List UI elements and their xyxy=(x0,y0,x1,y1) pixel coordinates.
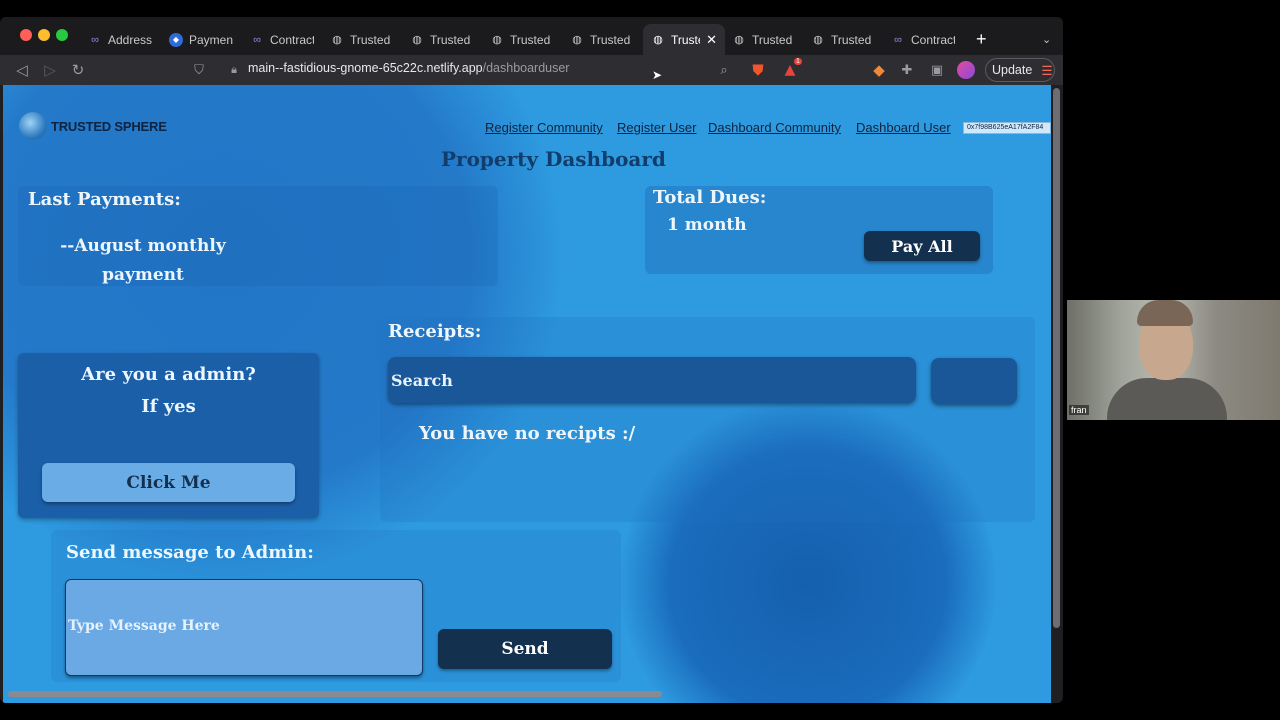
link-icon: ∞ xyxy=(253,33,261,46)
minimize-window-button[interactable] xyxy=(38,29,50,41)
globe-icon: ◍ xyxy=(492,34,502,46)
wallet-icon[interactable]: ▣ xyxy=(927,60,947,80)
new-tab-button[interactable]: + xyxy=(968,24,996,55)
mouse-cursor-icon: ➤ xyxy=(652,68,663,82)
extensions-icon[interactable]: ✚ xyxy=(897,60,917,80)
receipts-empty-message: You have no recipts :/ xyxy=(419,423,636,444)
browser-tab[interactable]: ◍ Trusted S xyxy=(482,24,562,55)
globe-icon: ◍ xyxy=(734,34,744,46)
page-viewport: TRUSTED SPHERE Register Community Regist… xyxy=(3,85,1051,703)
nav-register-community[interactable]: Register Community xyxy=(485,120,603,135)
profile-avatar[interactable] xyxy=(957,61,975,79)
globe-logo-icon xyxy=(19,112,47,140)
person-cap xyxy=(1137,300,1193,326)
zoom-icon[interactable]: ⌕ xyxy=(714,60,734,80)
tab-list-chevron-icon[interactable]: ⌄ xyxy=(1034,24,1058,55)
browser-tab-active[interactable]: ◍ Truste ✕ xyxy=(643,24,725,55)
update-button[interactable]: Update ☰ xyxy=(985,58,1055,82)
browser-toolbar: ◁ ▷ ↻ ⛉ 🔒︎ main--fastidious-gnome-65c22c… xyxy=(0,55,1063,85)
notification-count-badge: 1 xyxy=(794,58,802,65)
app-icon: ◆ xyxy=(169,32,183,47)
close-tab-icon[interactable]: ✕ xyxy=(706,32,717,48)
forward-icon[interactable]: ▷ xyxy=(40,60,60,80)
person-body xyxy=(1107,378,1227,420)
browser-tab[interactable]: ∞ Address ( xyxy=(80,24,160,55)
browser-tab[interactable]: ◆ Payment xyxy=(161,24,241,55)
reload-icon[interactable]: ↻ xyxy=(68,60,88,80)
participant-name: fran xyxy=(1069,405,1089,415)
webcam-video: fran xyxy=(1067,300,1280,420)
link-icon: ∞ xyxy=(91,33,99,46)
browser-tab[interactable]: ∞ Contract xyxy=(242,24,322,55)
horizontal-scrollbar[interactable] xyxy=(8,691,662,697)
browser-tab[interactable]: ◍ Trusted S xyxy=(322,24,402,55)
message-textarea[interactable] xyxy=(66,580,422,675)
last-payment-item-line2: payment xyxy=(102,265,184,285)
nav-dashboard-user[interactable]: Dashboard User xyxy=(856,120,951,135)
browser-window: ∞ Address ( ◆ Payment ∞ Contract ◍ Trust… xyxy=(0,17,1063,703)
close-window-button[interactable] xyxy=(20,29,32,41)
receipts-heading: Receipts: xyxy=(388,321,482,342)
link-icon: ∞ xyxy=(894,33,902,46)
nav-dashboard-community[interactable]: Dashboard Community xyxy=(708,120,841,135)
logo[interactable]: TRUSTED SPHERE xyxy=(19,112,167,140)
lock-icon: 🔒︎ xyxy=(231,63,237,76)
globe-icon: ◍ xyxy=(572,34,582,46)
last-payment-item-line1: --August monthly xyxy=(60,236,226,256)
last-payments-heading: Last Payments: xyxy=(28,189,181,210)
metamask-icon[interactable]: ◆ xyxy=(869,60,889,80)
pay-all-button[interactable]: Pay All xyxy=(864,231,980,261)
vertical-scrollbar[interactable] xyxy=(1053,88,1060,628)
maximize-window-button[interactable] xyxy=(56,29,68,41)
tab-strip: ∞ Address ( ◆ Payment ∞ Contract ◍ Trust… xyxy=(0,17,1063,55)
browser-tab[interactable]: ◍ Trusted S xyxy=(402,24,482,55)
browser-tab[interactable]: ◍ Trusted S xyxy=(803,24,883,55)
browser-tab[interactable]: ◍ Trusted S xyxy=(562,24,642,55)
globe-icon: ◍ xyxy=(332,34,342,46)
brave-shield-icon[interactable]: ⛊ xyxy=(748,60,768,80)
dues-heading: Total Dues: xyxy=(653,187,767,208)
wallet-address[interactable]: 0x7f98B625eA17fA2F84 xyxy=(963,122,1051,134)
page-title: Property Dashboard xyxy=(441,147,666,171)
message-heading: Send message to Admin: xyxy=(66,542,314,563)
admin-question-line2: If yes xyxy=(141,396,196,417)
back-icon[interactable]: ◁ xyxy=(12,60,32,80)
send-button[interactable]: Send xyxy=(438,629,612,669)
click-me-button[interactable]: Click Me xyxy=(42,463,295,502)
message-field[interactable] xyxy=(65,579,423,676)
globe-icon: ◍ xyxy=(813,34,823,46)
menu-icon: ☰ xyxy=(1041,63,1053,78)
dues-value: 1 month xyxy=(667,215,747,235)
globe-icon: ◍ xyxy=(412,34,422,46)
admin-question-line1: Are you a admin? xyxy=(81,364,256,385)
browser-tab[interactable]: ∞ Contract xyxy=(883,24,963,55)
globe-icon: ◍ xyxy=(653,34,663,46)
nav-register-user[interactable]: Register User xyxy=(617,120,696,135)
address-bar[interactable]: main--fastidious-gnome-65c22c.netlify.ap… xyxy=(248,61,569,75)
receipts-panel xyxy=(380,317,1035,522)
bookmark-icon[interactable]: ⛉ xyxy=(189,60,209,80)
search-input[interactable] xyxy=(388,357,916,403)
browser-tab[interactable]: ◍ Trusted S xyxy=(724,24,804,55)
search-button[interactable] xyxy=(931,358,1017,404)
receipts-search-field[interactable] xyxy=(388,357,916,403)
